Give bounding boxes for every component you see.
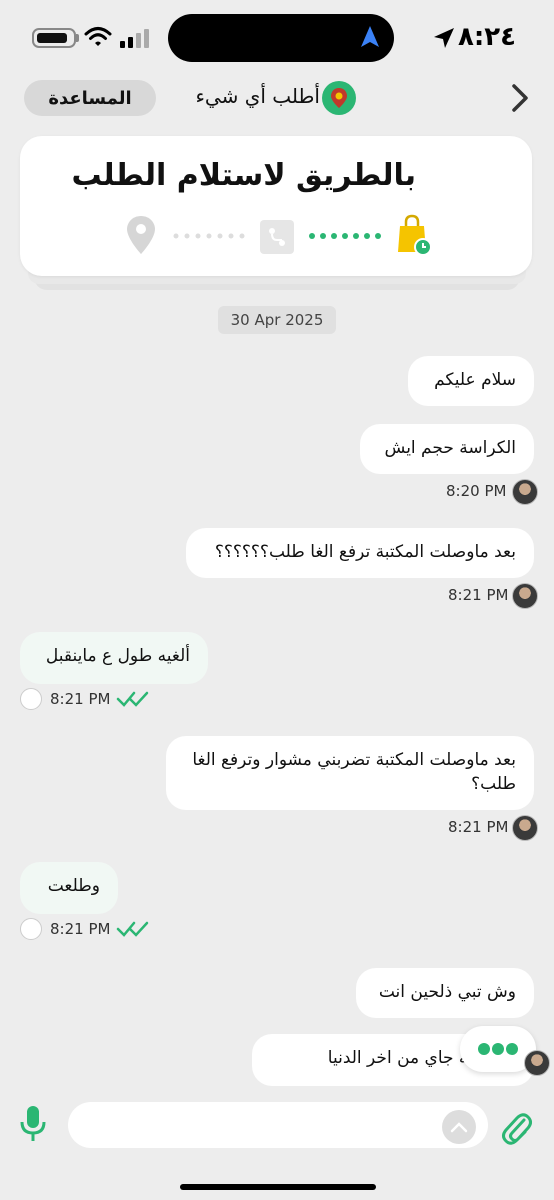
- location-arrow-icon: [361, 26, 379, 47]
- message-time: 8:21 PM: [448, 818, 509, 836]
- home-indicator: [180, 1184, 376, 1190]
- message-bubble-incoming[interactable]: سلام عليكم: [408, 356, 534, 406]
- message-text: وطلعت: [47, 876, 100, 896]
- message-bubble-incoming[interactable]: بعد ماوصلت المكتبة تضربني مشوار وترفع ال…: [166, 736, 534, 810]
- location-pin-icon: [127, 216, 155, 254]
- battery-cap: [76, 34, 79, 42]
- message-text: سلام عليكم: [434, 370, 516, 390]
- mic-icon[interactable]: [18, 1104, 48, 1144]
- message-text: بعد ماوصلت المكتبة ترفع الغا طلب؟؟؟؟؟؟: [214, 542, 516, 562]
- message-time: 8:21 PM: [448, 586, 509, 604]
- typing-dot: [478, 1043, 490, 1055]
- signal-icon: [120, 29, 149, 48]
- route-icon: [260, 220, 294, 254]
- message-bubble-incoming[interactable]: بعد ماوصلت المكتبة ترفع الغا طلب؟؟؟؟؟؟: [186, 528, 534, 578]
- message-time: 8:21 PM: [50, 690, 111, 708]
- shopping-bag-icon: [398, 214, 432, 256]
- help-button[interactable]: المساعدة: [24, 80, 156, 116]
- double-check-icon: [116, 691, 149, 707]
- battery-level: [37, 33, 67, 43]
- message-bubble-outgoing[interactable]: وطلعت: [20, 862, 118, 914]
- navigation-arrow-icon: [434, 28, 454, 48]
- message-bubble-incoming[interactable]: الكراسة حجم ايش: [360, 424, 534, 474]
- message-time: 8:21 PM: [50, 920, 111, 938]
- date-chip: 30 Apr 2025: [218, 306, 336, 334]
- message-text: ألغيه طول ع ماينقبل: [45, 646, 190, 666]
- page-title: أطلب أي شيء: [195, 84, 321, 108]
- avatar: [512, 479, 538, 505]
- status-time: ٨:٢٤: [458, 22, 517, 52]
- message-time: 8:20 PM: [446, 482, 507, 500]
- avatar: [512, 815, 538, 841]
- typing-dot: [492, 1043, 504, 1055]
- back-chevron-icon[interactable]: [508, 82, 532, 114]
- read-status-circle: [20, 918, 42, 940]
- message-bubble-incoming[interactable]: وش تبي ذلحين انت: [356, 968, 534, 1018]
- message-text: الكراسة حجم ايش: [384, 438, 516, 458]
- order-status-card[interactable]: [20, 136, 532, 276]
- avatar: [524, 1050, 550, 1076]
- wifi-icon: [84, 27, 112, 46]
- message-text: بعد ماوصلت المكتبة تضربني مشوار وترفع ال…: [192, 750, 516, 794]
- message-input[interactable]: [68, 1102, 488, 1148]
- paperclip-icon[interactable]: [500, 1106, 532, 1146]
- read-status-circle: [20, 688, 42, 710]
- avatar: [512, 583, 538, 609]
- message-text: وش تبي ذلحين انت: [378, 982, 516, 1002]
- chevron-up-icon[interactable]: [442, 1110, 476, 1144]
- progress-dots-complete: [309, 233, 381, 239]
- progress-dots-pending: [173, 233, 245, 239]
- double-check-icon: [116, 921, 149, 937]
- order-status-title: بالطريق لاستلام الطلب: [71, 158, 416, 193]
- message-bubble-outgoing[interactable]: ألغيه طول ع ماينقبل: [20, 632, 208, 684]
- typing-dot: [506, 1043, 518, 1055]
- app-logo-icon: [322, 81, 356, 115]
